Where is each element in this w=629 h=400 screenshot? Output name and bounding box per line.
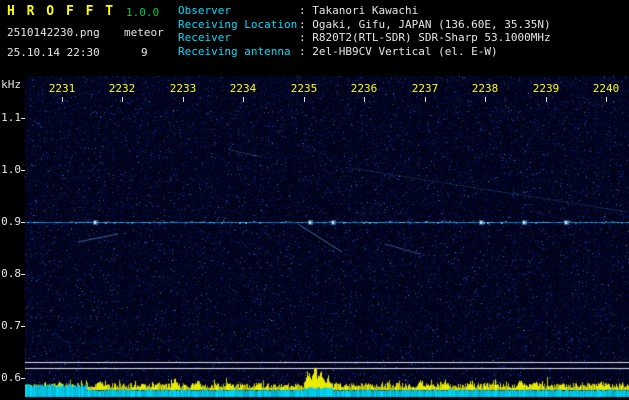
- time-tick-label: 2240: [592, 82, 620, 95]
- freq-tick-mark: [21, 274, 25, 275]
- time-tick-label: 2232: [108, 82, 136, 95]
- info-row-location: Receiving Location: Ogaki, Gifu, JAPAN (…: [178, 18, 551, 32]
- freq-tick-mark: [21, 170, 25, 171]
- app-version: 1.0.0: [126, 6, 160, 19]
- freq-tick-mark: [21, 118, 25, 119]
- info-row-antenna: Receiving antenna : 2el-HB9CV Vertical (e…: [178, 45, 551, 59]
- time-tick-mark: [304, 97, 305, 102]
- spectrogram-canvas: [25, 76, 629, 398]
- time-tick-mark: [546, 97, 547, 102]
- time-tick-label: 2234: [229, 82, 257, 95]
- mode-label: meteor: [124, 26, 164, 39]
- meteor-count: 9: [141, 46, 148, 59]
- info-value: : 2el-HB9CV Vertical (el. E-W): [299, 44, 498, 58]
- time-tick-mark: [243, 97, 244, 102]
- time-tick-mark: [425, 97, 426, 102]
- info-value: : Takanori Kawachi: [299, 4, 419, 17]
- time-tick-label: 2235: [290, 82, 318, 95]
- time-tick-mark: [485, 97, 486, 102]
- time-tick-label: 2236: [350, 82, 378, 95]
- hrofft-window: H R O F F T 1.0.0 2510142230.png meteor …: [0, 0, 629, 400]
- freq-tick-mark: [21, 378, 25, 379]
- time-tick-label: 2238: [471, 82, 499, 95]
- info-value: : Ogaki, Gifu, JAPAN (136.60E, 35.35N): [299, 17, 551, 31]
- time-tick-label: 2237: [411, 82, 439, 95]
- freq-tick-label: 0.9: [1, 215, 21, 228]
- output-filename: 2510142230.png: [7, 26, 100, 39]
- time-tick-label: 2231: [48, 82, 76, 95]
- freq-tick-label: 0.8: [1, 267, 21, 280]
- time-tick-mark: [122, 97, 123, 102]
- freq-tick-label: 1.0: [1, 163, 21, 176]
- time-tick-label: 2233: [169, 82, 197, 95]
- time-tick-label: 2239: [532, 82, 560, 95]
- freq-axis-unit: kHz: [1, 78, 21, 91]
- time-tick-mark: [183, 97, 184, 102]
- time-tick-mark: [364, 97, 365, 102]
- freq-tick-label: 0.7: [1, 319, 21, 332]
- freq-tick-label: 0.6: [1, 371, 21, 384]
- info-label: Observer: [178, 4, 231, 17]
- station-info: Observer : Takanori Kawachi Receiving Loc…: [178, 4, 551, 58]
- freq-tick-mark: [21, 326, 25, 327]
- freq-tick-mark: [21, 222, 25, 223]
- freq-tick-label: 1.1: [1, 111, 21, 124]
- info-row-receiver: Receiver : R820T2(RTL-SDR) SDR-Sharp 53.1…: [178, 31, 551, 45]
- info-label: Receiving antenna: [178, 44, 291, 58]
- info-row-observer: Observer : Takanori Kawachi: [178, 4, 551, 18]
- observation-datetime: 25.10.14 22:30: [7, 46, 100, 59]
- time-tick-mark: [606, 97, 607, 102]
- info-label: Receiver: [178, 31, 231, 44]
- info-label: Receiving Location: [178, 17, 298, 31]
- info-value: : R820T2(RTL-SDR) SDR-Sharp 53.1000MHz: [299, 31, 551, 44]
- time-tick-mark: [62, 97, 63, 102]
- app-title: H R O F F T: [7, 4, 116, 19]
